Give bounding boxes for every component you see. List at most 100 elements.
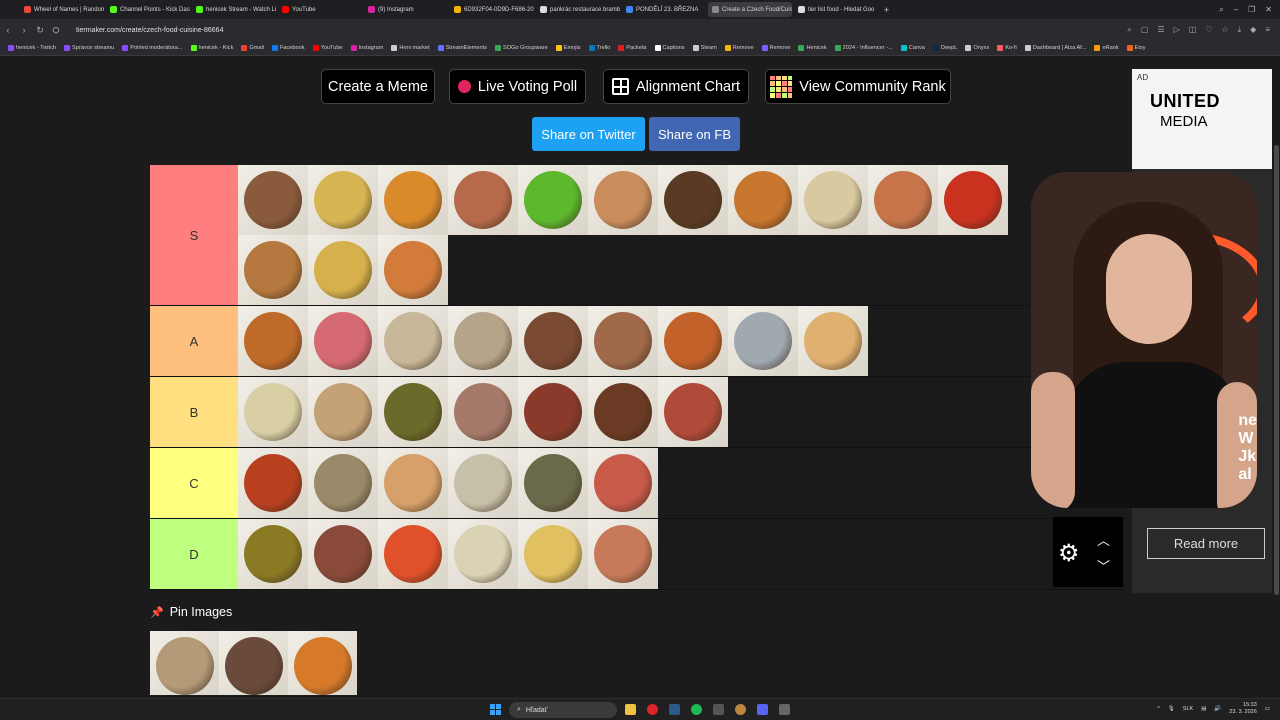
discord-icon[interactable] [757, 704, 768, 715]
bookmark-item[interactable]: YouTube [312, 45, 343, 51]
heart-icon[interactable]: ♡ [1205, 25, 1212, 35]
food-image[interactable] [588, 165, 658, 235]
food-image[interactable] [448, 306, 518, 376]
browser-tab[interactable]: (9) Instagram [364, 2, 448, 17]
bookmark-item[interactable]: DeepL [932, 45, 957, 51]
food-image[interactable] [238, 165, 308, 235]
food-image[interactable] [308, 235, 378, 305]
microphone-icon[interactable]: 🎙 [1168, 706, 1175, 712]
new-tab-button[interactable]: + [880, 5, 893, 15]
bookmark-item[interactable]: Steam [692, 45, 717, 51]
extension-icon[interactable]: ◆ [1250, 25, 1256, 35]
tier-label[interactable]: D [150, 519, 238, 589]
bookmark-item[interactable]: Packeta [618, 45, 647, 51]
capcut-icon[interactable] [713, 704, 724, 715]
bookmark-item[interactable]: Emojis [555, 45, 581, 51]
view-community-rank-button[interactable]: View Community Rank [765, 69, 951, 104]
food-image[interactable] [378, 165, 448, 235]
bookmark-item[interactable]: Remove [724, 45, 754, 51]
food-image[interactable] [518, 165, 588, 235]
browser-tab[interactable]: PONDĚLÍ 23. BŘEZNA [622, 2, 706, 17]
food-image[interactable] [238, 235, 308, 305]
reload-icon[interactable]: ↻ [32, 25, 48, 36]
bookmark-item[interactable]: Etsy [1126, 45, 1146, 51]
taskbar-search[interactable]: ⌕ Hľadať [509, 702, 617, 718]
bookmark-item[interactable]: Ko-fi [997, 45, 1017, 51]
forward-icon[interactable]: › [16, 25, 32, 35]
food-image[interactable] [658, 377, 728, 447]
bookmark-item[interactable]: Trello [588, 45, 610, 51]
food-image[interactable] [378, 306, 448, 376]
food-image[interactable] [308, 377, 378, 447]
opera-icon[interactable] [647, 704, 658, 715]
browser-tab[interactable]: pankrác restaurace brambo [536, 2, 620, 17]
notifications-icon[interactable]: ▭ [1265, 706, 1270, 712]
food-image[interactable] [378, 519, 448, 589]
food-image[interactable] [448, 448, 518, 518]
food-image[interactable] [588, 306, 658, 376]
food-image[interactable] [378, 235, 448, 305]
chevron-up-icon[interactable]: ︿ [1097, 530, 1110, 549]
clock[interactable]: 15:33 23. 3. 2026 [1229, 702, 1257, 716]
food-image[interactable] [448, 377, 518, 447]
food-image[interactable] [518, 377, 588, 447]
food-image[interactable] [238, 448, 308, 518]
browser-tab[interactable]: Create a Czech Food/Cuis [708, 2, 792, 17]
browser-tab[interactable]: henicek Stream - Watch Li [192, 2, 276, 17]
bookmark-item[interactable]: Facebook [271, 45, 305, 51]
food-image[interactable] [728, 165, 798, 235]
chevron-down-icon[interactable]: ﹀ [1097, 556, 1110, 575]
bookmark-item[interactable]: henicek - Kick [190, 45, 233, 51]
download-icon[interactable]: ⤓ [1238, 25, 1242, 35]
food-image[interactable] [798, 165, 868, 235]
browser-tab[interactable]: 6D932F04-0D9D-F686-20 [450, 2, 534, 17]
app-icon[interactable] [779, 704, 790, 715]
food-image[interactable] [798, 306, 868, 376]
scrollbar-thumb[interactable] [1274, 145, 1279, 595]
bookmark-item[interactable]: Správce streamu [64, 45, 114, 51]
tier-label[interactable]: S [150, 165, 238, 305]
food-image[interactable] [658, 165, 728, 235]
site-info-icon[interactable]: ⛭ [48, 25, 64, 36]
food-image[interactable] [378, 377, 448, 447]
settings-gear-icon[interactable]: ⚙ [1058, 539, 1080, 568]
menu-icon[interactable]: ≡ [1265, 25, 1270, 35]
search-tabs-icon[interactable]: ⌕ [1219, 5, 1223, 15]
tier-label[interactable]: C [150, 448, 238, 518]
food-image[interactable] [238, 377, 308, 447]
bookmark-item[interactable]: Heni market [391, 45, 430, 51]
wifi-icon[interactable]: ▤ [1201, 706, 1206, 712]
tier-label[interactable]: B [150, 377, 238, 447]
steam-icon[interactable] [669, 704, 680, 715]
file-explorer-icon[interactable] [625, 704, 636, 715]
play-icon[interactable]: ▷ [1174, 25, 1180, 35]
food-image[interactable] [448, 519, 518, 589]
screenshot-icon[interactable]: ▢ [1141, 25, 1149, 35]
food-image[interactable] [588, 448, 658, 518]
bookmark-item[interactable]: SOGo Groupware [494, 45, 548, 51]
food-image[interactable] [238, 519, 308, 589]
bookmark-item[interactable]: StreamElements [437, 45, 487, 51]
food-image[interactable] [288, 631, 357, 695]
browser-tab[interactable]: tier list food - Hledat Goo [794, 2, 878, 17]
page-scrollbar[interactable] [1272, 57, 1280, 698]
food-image[interactable] [658, 306, 728, 376]
food-image[interactable] [238, 306, 308, 376]
back-icon[interactable]: ‹ [0, 25, 16, 35]
language-indicator[interactable]: SLK [1183, 706, 1193, 712]
food-image[interactable] [308, 448, 378, 518]
browser-tab[interactable]: Wheel of Names | Random [20, 2, 104, 17]
bookmark-item[interactable]: 2024 - Influencer -... [834, 45, 893, 51]
advertisement-banner[interactable]: AD UNITED MEDIA [1132, 69, 1272, 169]
food-image[interactable] [308, 519, 378, 589]
food-image[interactable] [518, 519, 588, 589]
share-twitter-button[interactable]: Share on Twitter [532, 117, 645, 151]
wallet-icon[interactable]: ◫ [1189, 25, 1197, 35]
bookmark-icon[interactable]: ☆ [1221, 25, 1228, 35]
food-image[interactable] [219, 631, 288, 695]
obs-icon[interactable] [735, 704, 746, 715]
bookmark-item[interactable]: Gmail [241, 45, 264, 51]
close-window-icon[interactable]: ✕ [1265, 5, 1272, 15]
browser-tab[interactable]: YouTube [278, 2, 362, 17]
food-image[interactable] [588, 377, 658, 447]
